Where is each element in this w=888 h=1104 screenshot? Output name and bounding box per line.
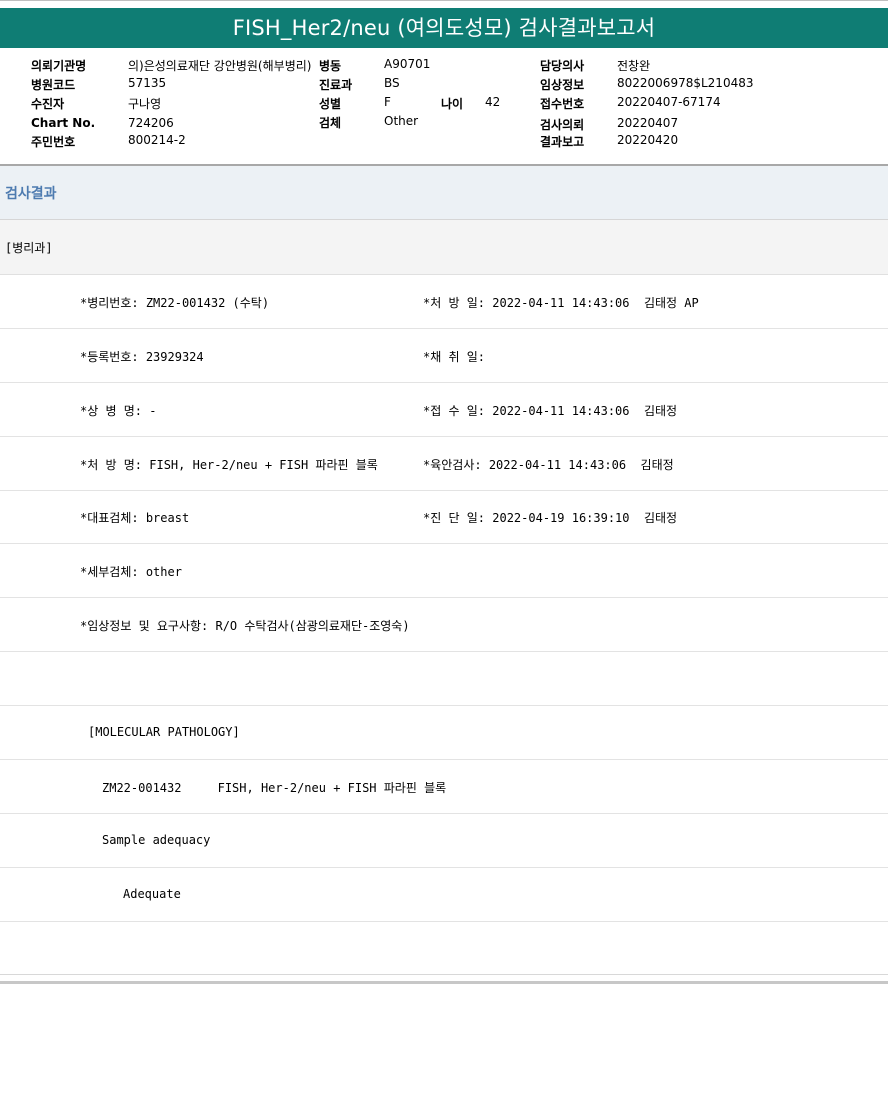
result-row-left: *상 병 명: -: [80, 404, 157, 418]
department-row: [병리과]: [0, 220, 888, 275]
chart-value: 724206: [128, 116, 174, 130]
result-row: *대표검체: breast *진 단 일: 2022-04-19 16:39:1…: [0, 490, 888, 544]
result-row-right: *접 수 일: 2022-04-11 14:43:06 김태정: [423, 404, 678, 418]
sample-adequacy: Sample adequacy: [102, 833, 211, 847]
result-row: *임상정보 및 요구사항: R/O 수탁검사(삼광의료재단-조영숙): [0, 598, 888, 652]
top-border: [0, 0, 888, 7]
hospital-code-label: 병원코드: [31, 78, 76, 92]
department-label: [병리과]: [5, 241, 53, 255]
hospital-code-value: 57135: [128, 76, 167, 90]
specimen-value: Other: [384, 114, 419, 128]
result-row-left: *처 방 명: FISH, Her-2/neu + FISH 파라핀 블록: [80, 458, 378, 472]
result-row: [MOLECULAR PATHOLOGY]: [0, 706, 888, 760]
doctor-label: 담당의사: [540, 59, 585, 73]
molecular-line: ZM22-001432 FISH, Her-2/neu + FISH 파라핀 블…: [102, 781, 447, 795]
blank-row: [0, 652, 888, 706]
sex-value: F: [384, 95, 391, 109]
age-value: 42: [485, 95, 501, 109]
institution-value: 의)은성의료재단 강안병원(해부병리): [128, 59, 312, 73]
result-row: Sample adequacy: [0, 814, 888, 868]
result-row: *세부검체: other: [0, 544, 888, 598]
result-row: *처 방 명: FISH, Her-2/neu + FISH 파라핀 블록 *육…: [0, 437, 888, 491]
request-value: 20220407: [617, 116, 679, 130]
bottom-divider: [0, 974, 888, 975]
result-row-right: *진 단 일: 2022-04-19 16:39:10 김태정: [423, 511, 678, 525]
ward-value: A90701: [384, 57, 431, 71]
result-row: ZM22-001432 FISH, Her-2/neu + FISH 파라핀 블…: [0, 760, 888, 814]
clinical-value: 8022006978$L210483: [617, 76, 754, 90]
result-row: *등록번호: 23929324 *채 취 일:: [0, 329, 888, 383]
dept-value: BS: [384, 76, 400, 90]
clinical-label: 임상정보: [540, 78, 585, 92]
age-label: 나이: [441, 97, 464, 111]
ward-label: 병동: [319, 59, 342, 73]
result-row-left: *등록번호: 23929324: [80, 350, 204, 364]
bottom-border: [0, 981, 888, 984]
doctor-value: 전창완: [617, 59, 651, 73]
resident-value: 800214-2: [128, 133, 186, 147]
sex-label: 성별: [319, 97, 342, 111]
recipient-label: 수진자: [31, 97, 65, 111]
result-row: Adequate: [0, 868, 888, 922]
receipt-label: 접수번호: [540, 97, 585, 111]
result-row-left: *임상정보 및 요구사항: R/O 수탁검사(삼광의료재단-조영숙): [80, 619, 410, 633]
result-row: *상 병 명: - *접 수 일: 2022-04-11 14:43:06 김태…: [0, 383, 888, 437]
receipt-value: 20220407-67174: [617, 95, 721, 109]
report-value: 20220420: [617, 133, 679, 147]
request-label: 검사의뢰: [540, 118, 585, 132]
institution-label: 의뢰기관명: [31, 59, 87, 73]
results-header: 검사결과: [0, 166, 888, 220]
dept-label: 진료과: [319, 78, 353, 92]
report-label: 결과보고: [540, 135, 585, 149]
result-row: *병리번호: ZM22-001432 (수탁) *처 방 일: 2022-04-…: [0, 275, 888, 329]
adequate-value: Adequate: [123, 887, 181, 901]
result-row-right: *육안검사: 2022-04-11 14:43:06 김태정: [423, 458, 674, 472]
patient-info-panel: 의뢰기관명 의)은성의료재단 강안병원(해부병리) 병동 A90701 담당의사…: [0, 48, 888, 164]
result-row-left: *병리번호: ZM22-001432 (수탁): [80, 296, 270, 310]
resident-label: 주민번호: [31, 135, 76, 149]
recipient-value: 구나영: [128, 97, 162, 111]
molecular-heading: [MOLECULAR PATHOLOGY]: [88, 725, 240, 739]
specimen-label: 검체: [319, 116, 342, 130]
result-row-right: *처 방 일: 2022-04-11 14:43:06 김태정 AP: [423, 296, 699, 310]
results-header-label: 검사결과: [5, 186, 57, 202]
report-title: FISH_Her2/neu (여의도성모) 검사결과보고서: [0, 8, 888, 48]
result-row-left: *대표검체: breast: [80, 511, 190, 525]
chart-label: Chart No.: [31, 116, 96, 130]
result-row-right: *채 취 일:: [423, 350, 486, 364]
result-row-left: *세부검체: other: [80, 565, 182, 579]
